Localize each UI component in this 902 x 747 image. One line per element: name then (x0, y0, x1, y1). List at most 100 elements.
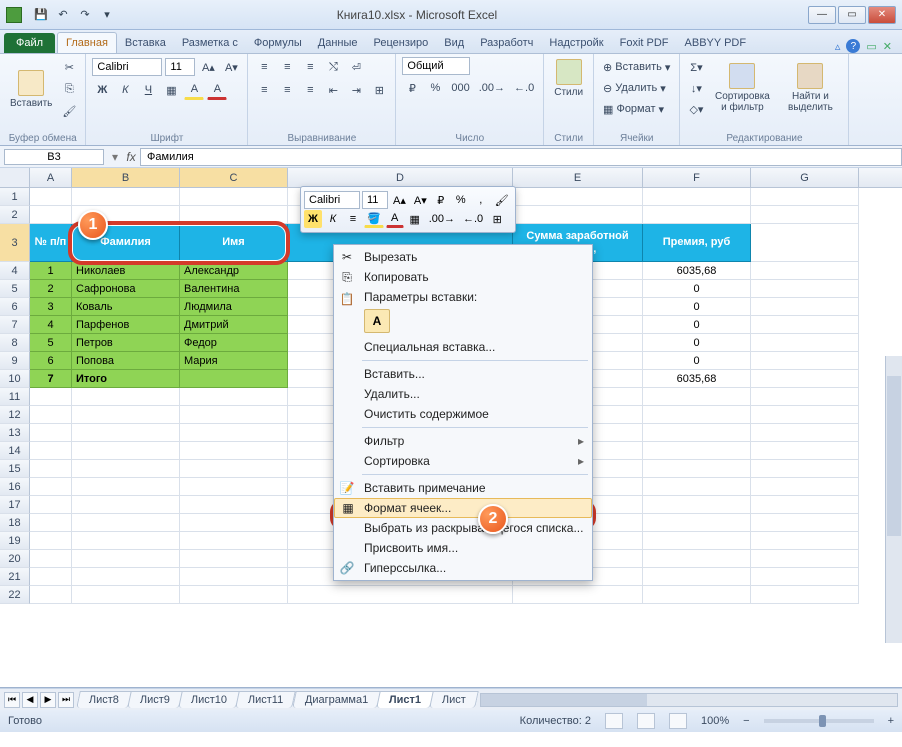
cell[interactable] (643, 478, 751, 496)
delete-cells-button[interactable]: ⊖ Удалить ▾ (600, 78, 673, 98)
bold-button[interactable]: Ж (92, 80, 112, 100)
cell[interactable] (513, 206, 643, 224)
row-header[interactable]: 1 (0, 188, 30, 206)
cell[interactable]: Валентина (180, 280, 288, 298)
mini-fill-color-icon[interactable]: 🪣 (364, 210, 384, 228)
mini-increase-font-icon[interactable]: A▴ (390, 191, 409, 209)
percent-icon[interactable]: % (425, 78, 445, 98)
mini-currency-icon[interactable]: ₽ (432, 191, 450, 209)
zoom-in-icon[interactable]: + (888, 715, 894, 727)
cell[interactable] (30, 406, 72, 424)
row-header[interactable]: 14 (0, 442, 30, 460)
format-painter-icon[interactable]: 🖌 (59, 101, 79, 121)
name-box-dropdown-icon[interactable]: ▾ (108, 150, 122, 164)
qat-save-icon[interactable]: 💾 (32, 5, 50, 23)
align-bottom-icon[interactable]: ≡ (300, 57, 320, 77)
ctx-paste-special[interactable]: Специальная вставка... (334, 337, 592, 357)
cell[interactable] (30, 206, 72, 224)
cell[interactable] (751, 316, 859, 334)
tab-insert[interactable]: Вставка (117, 33, 174, 53)
cell[interactable] (643, 406, 751, 424)
cell[interactable] (751, 352, 859, 370)
cell[interactable]: Петров (72, 334, 180, 352)
cell[interactable] (288, 586, 513, 604)
cell[interactable]: 4 (30, 316, 72, 334)
format-cells-button[interactable]: ▦ Формат ▾ (600, 99, 673, 119)
cell[interactable] (180, 370, 288, 388)
ctx-insert[interactable]: Вставить... (334, 364, 592, 384)
cell[interactable] (72, 586, 180, 604)
formula-input[interactable] (140, 148, 902, 166)
cell[interactable] (751, 532, 859, 550)
name-box[interactable] (4, 149, 104, 165)
cell[interactable] (30, 188, 72, 206)
zoom-level[interactable]: 100% (701, 715, 729, 727)
row-header[interactable]: 21 (0, 568, 30, 586)
decrease-font-icon[interactable]: A▾ (221, 57, 241, 77)
cell[interactable] (180, 442, 288, 460)
col-header[interactable]: A (30, 168, 72, 187)
cell[interactable]: 6035,68 (643, 262, 751, 280)
ctx-dropdown-list[interactable]: Выбрать из раскрывающегося списка... (334, 518, 592, 538)
cell[interactable] (180, 460, 288, 478)
cell[interactable] (751, 406, 859, 424)
mini-decrease-decimal-icon[interactable]: .00→ (426, 210, 458, 228)
ribbon-close-icon[interactable]: ✕ (883, 40, 892, 53)
cell[interactable] (643, 206, 751, 224)
cell[interactable] (30, 532, 72, 550)
mini-decrease-font-icon[interactable]: A▾ (411, 191, 430, 209)
mini-font-name[interactable] (304, 191, 360, 209)
fx-icon[interactable]: fx (122, 150, 140, 164)
row-header[interactable]: 16 (0, 478, 30, 496)
cell[interactable] (180, 550, 288, 568)
cell[interactable]: 0 (643, 298, 751, 316)
cell[interactable]: Парфенов (72, 316, 180, 334)
number-format-select[interactable] (402, 57, 470, 75)
sheet-tab-active[interactable]: Лист1 (376, 691, 434, 708)
zoom-slider[interactable] (764, 719, 874, 723)
col-header[interactable]: C (180, 168, 288, 187)
ctx-filter[interactable]: Фильтр▸ (334, 431, 592, 451)
increase-indent-icon[interactable]: ⇥ (346, 80, 366, 100)
align-top-icon[interactable]: ≡ (254, 57, 274, 77)
cell[interactable] (751, 460, 859, 478)
cell[interactable]: Попова (72, 352, 180, 370)
cell[interactable] (751, 206, 859, 224)
mini-border-icon[interactable]: ▦ (406, 210, 424, 228)
tab-abbyy[interactable]: ABBYY PDF (677, 33, 755, 53)
ctx-copy[interactable]: ⎘Копировать (334, 267, 592, 287)
cell[interactable] (180, 532, 288, 550)
qat-customize-icon[interactable]: ▾ (98, 5, 116, 23)
orientation-icon[interactable]: ⤭ (323, 57, 343, 77)
cell[interactable] (180, 188, 288, 206)
cell[interactable]: 5 (30, 334, 72, 352)
sort-filter-button[interactable]: Сортировка и фильтр (709, 61, 775, 115)
row-header[interactable]: 15 (0, 460, 30, 478)
cell[interactable] (751, 262, 859, 280)
cell[interactable] (72, 388, 180, 406)
ctx-define-name[interactable]: Присвоить имя... (334, 538, 592, 558)
cell[interactable]: Людмила (180, 298, 288, 316)
ctx-delete[interactable]: Удалить... (334, 384, 592, 404)
cell[interactable] (643, 514, 751, 532)
cell[interactable] (30, 550, 72, 568)
mini-increase-decimal-icon[interactable]: ←.0 (460, 210, 486, 228)
cell[interactable] (751, 388, 859, 406)
cell[interactable] (30, 460, 72, 478)
cell[interactable] (30, 568, 72, 586)
row-header[interactable]: 4 (0, 262, 30, 280)
qat-undo-icon[interactable]: ↶ (54, 5, 72, 23)
ribbon-restore-icon[interactable]: ▭ (866, 40, 876, 53)
cell[interactable] (72, 514, 180, 532)
align-center-icon[interactable]: ≡ (277, 80, 297, 100)
ctx-format-cells[interactable]: ▦Формат ячеек... (334, 498, 592, 518)
col-header[interactable]: B (72, 168, 180, 187)
wrap-text-icon[interactable]: ⏎ (346, 57, 366, 77)
cell[interactable]: 0 (643, 334, 751, 352)
cell[interactable]: Мария (180, 352, 288, 370)
header-cell[interactable]: Имя (180, 224, 288, 262)
cell[interactable]: Александр (180, 262, 288, 280)
tab-developer[interactable]: Разработч (472, 33, 541, 53)
comma-icon[interactable]: 000 (448, 78, 472, 98)
cell[interactable]: Итого (72, 370, 180, 388)
